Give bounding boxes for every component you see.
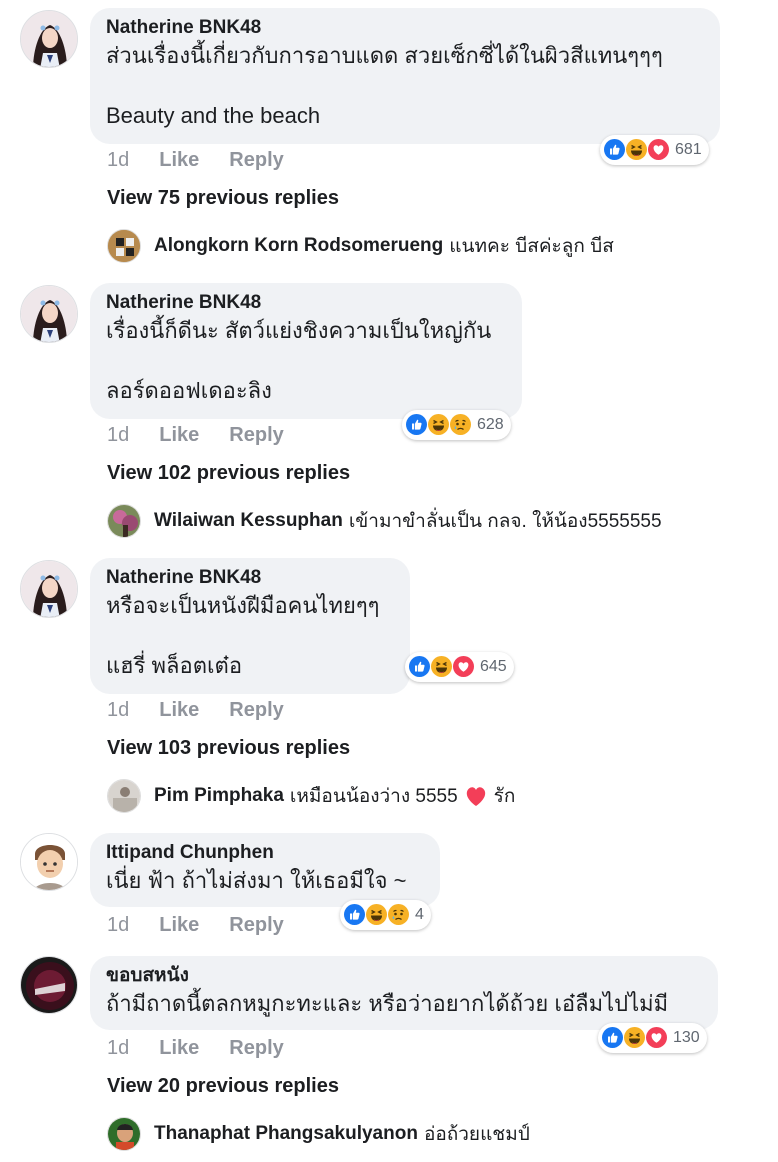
comment-bubble: Natherine BNK48 เรื่องนี้ก็ดีนะ สัตว์แย่… [90,283,522,419]
avatar[interactable] [20,833,78,891]
timestamp[interactable]: 1d [107,914,129,936]
haha-reaction-icon [623,1026,647,1050]
reply-button[interactable]: Reply [229,699,283,721]
reply-text: แนทคะ บีสค่ะลูก บีส [449,236,614,257]
love-reaction-icon [452,655,476,679]
reply-text: เข้ามาขำลั่นเป็น กลจ. ให้น้อง5555555 [348,511,662,532]
love-reaction-icon [645,1026,669,1050]
latest-reply: Thanaphat Phangsakulyanon อ่อถ้วยแชมป์ [107,1116,530,1152]
reaction-count: 130 [673,1029,700,1046]
sad-reaction-icon [449,413,473,437]
like-reaction-icon [405,413,429,437]
avatar[interactable] [20,560,78,618]
comment-actions: 1d Like Reply [107,699,284,722]
reply-avatar[interactable] [107,1117,141,1151]
reply-author[interactable]: Thanaphat Phangsakulyanon [154,1123,418,1145]
reaction-summary[interactable]: 4 [340,900,431,930]
love-reaction-icon [647,138,671,162]
avatar[interactable] [20,285,78,343]
reaction-summary[interactable]: 628 [402,410,511,440]
reaction-count: 681 [675,141,702,158]
reply-button[interactable]: Reply [229,149,283,171]
haha-reaction-icon [430,655,454,679]
comment-author[interactable]: ขอบสหนัง [106,965,702,987]
reply-author[interactable]: Pim Pimphaka [154,785,284,807]
reaction-summary[interactable]: 645 [405,652,514,682]
latest-reply: Alongkorn Korn Rodsomerueng แนทคะ บีสค่ะ… [107,228,614,264]
reply-avatar[interactable] [107,504,141,538]
latest-reply: Pim Pimphaka เหมือนน้องว่าง 5555 รัก [107,778,515,814]
reply-text: เหมือนน้องว่าง 5555 [289,786,458,807]
comment-bubble: Natherine BNK48 หรือจะเป็นหนังฝีมือคนไทย… [90,558,410,694]
avatar[interactable] [20,10,78,68]
comment-actions: 1d Like Reply [107,1037,284,1060]
reply-button[interactable]: Reply [229,914,283,936]
latest-reply: Wilaiwan Kessuphan เข้ามาขำลั่นเป็น กลจ.… [107,503,662,539]
reaction-summary[interactable]: 681 [600,135,709,165]
view-previous-replies-link[interactable]: View 102 previous replies [107,462,350,485]
view-previous-replies-link[interactable]: View 103 previous replies [107,737,350,760]
comment-text: หรือจะเป็นหนังฝีมือคนไทยๆๆ แฮรี่ พล็อตเต… [106,593,380,678]
comment-actions: 1d Like Reply [107,149,284,172]
haha-reaction-icon [625,138,649,162]
haha-reaction-icon [427,413,451,437]
timestamp[interactable]: 1d [107,699,129,721]
reply-author[interactable]: Alongkorn Korn Rodsomerueng [154,235,443,257]
like-reaction-icon [343,903,367,927]
like-button[interactable]: Like [159,149,199,171]
avatar[interactable] [20,956,78,1014]
like-button[interactable]: Like [159,914,199,936]
reply-avatar[interactable] [107,229,141,263]
reply-button[interactable]: Reply [229,1037,283,1059]
view-previous-replies-link[interactable]: View 20 previous replies [107,1075,339,1098]
reaction-count: 645 [480,658,507,675]
heart-icon [464,785,488,807]
reply-author[interactable]: Wilaiwan Kessuphan [154,510,343,532]
comment-text: ถ้ามีถาดนี้ตลกหมูกะทะและ หรือว่าอยากได้ถ… [106,991,669,1016]
like-reaction-icon [408,655,432,679]
comment-actions: 1d Like Reply [107,914,284,937]
sad-reaction-icon [387,903,411,927]
like-button[interactable]: Like [159,1037,199,1059]
comment-author[interactable]: Natherine BNK48 [106,17,704,39]
like-reaction-icon [601,1026,625,1050]
comment-bubble: Natherine BNK48 ส่วนเรื่องนี้เกี่ยวกับกา… [90,8,720,144]
comment-text: เรื่องนี้ก็ดีนะ สัตว์แย่งชิงความเป็นใหญ่… [106,318,492,403]
like-button[interactable]: Like [159,424,199,446]
timestamp[interactable]: 1d [107,424,129,446]
comment-actions: 1d Like Reply [107,424,284,447]
reply-text-suffix: รัก [493,786,516,807]
reaction-count: 4 [415,906,424,923]
reply-button[interactable]: Reply [229,424,283,446]
like-button[interactable]: Like [159,699,199,721]
comment-author[interactable]: Natherine BNK48 [106,567,394,589]
comment-text: ส่วนเรื่องนี้เกี่ยวกับการอาบแดด สวยเซ็กซ… [106,43,663,128]
like-reaction-icon [603,138,627,162]
timestamp[interactable]: 1d [107,149,129,171]
reply-avatar[interactable] [107,779,141,813]
haha-reaction-icon [365,903,389,927]
reaction-count: 628 [477,416,504,433]
timestamp[interactable]: 1d [107,1037,129,1059]
view-previous-replies-link[interactable]: View 75 previous replies [107,187,339,210]
comment-author[interactable]: Natherine BNK48 [106,292,506,314]
comment-author[interactable]: Ittipand Chunphen [106,842,424,864]
reply-text: อ่อถ้วยแชมป์ [423,1124,530,1145]
comment-bubble: Ittipand Chunphen เนี่ย ฟ้า ถ้าไม่ส่งมา … [90,833,440,907]
comment-bubble: ขอบสหนัง ถ้ามีถาดนี้ตลกหมูกะทะและ หรือว่… [90,956,718,1030]
comment-text: เนี่ย ฟ้า ถ้าไม่ส่งมา ให้เธอมีใจ ~ [106,868,407,893]
reaction-summary[interactable]: 130 [598,1023,707,1053]
